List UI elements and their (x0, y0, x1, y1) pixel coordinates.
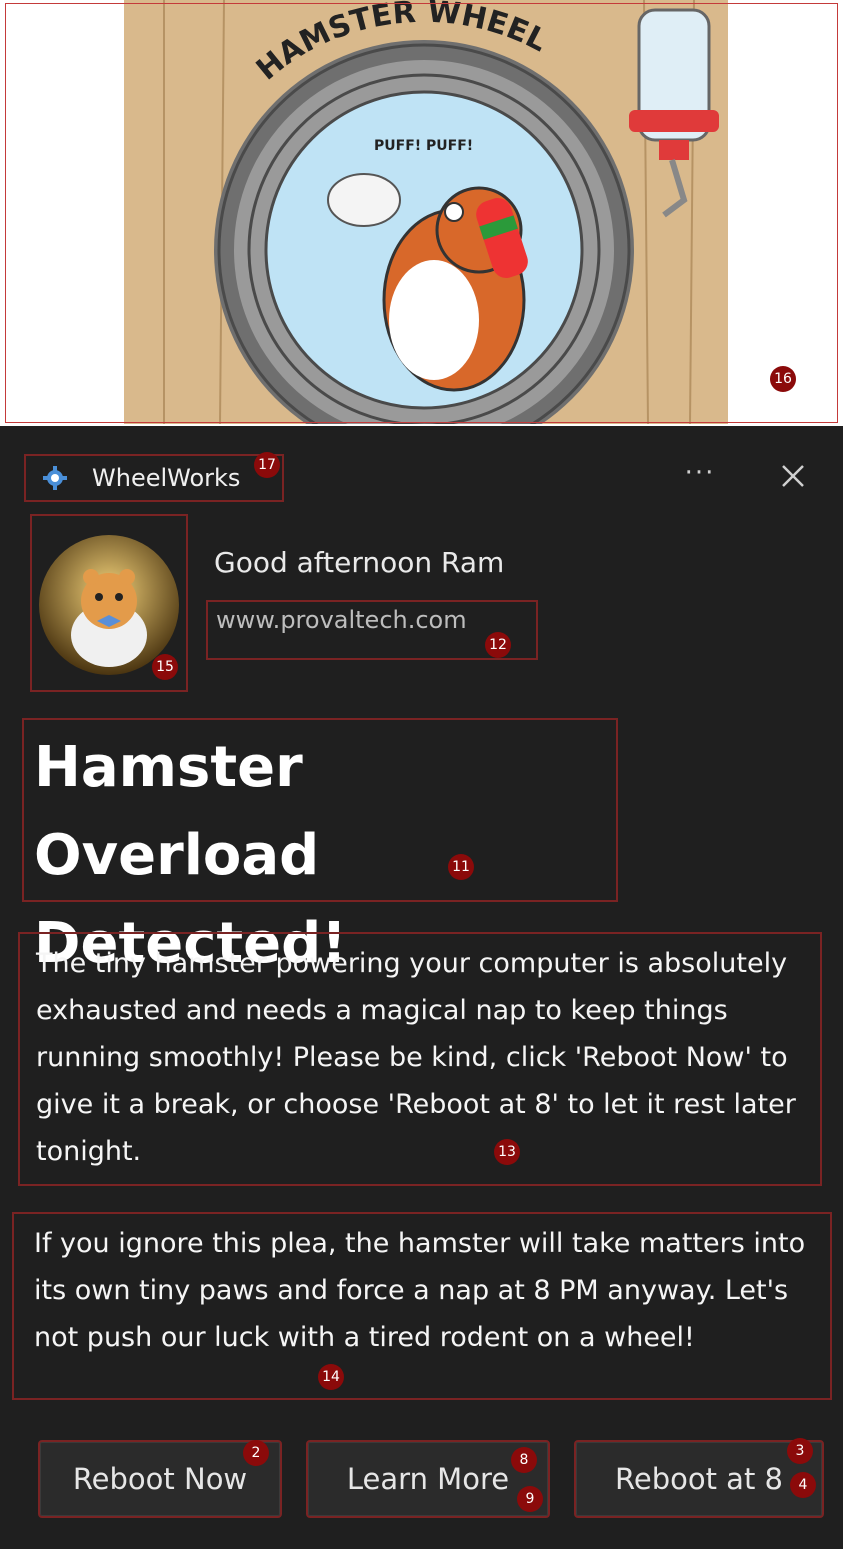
annotation-badge-9: 9 (517, 1486, 543, 1512)
annotation-badge-11: 11 (448, 854, 474, 880)
more-options-button[interactable]: ··· (680, 460, 720, 492)
warning-frame: If you ignore this plea, the hamster wil… (12, 1212, 832, 1400)
source-url: www.provaltech.com (216, 606, 467, 634)
annotation-badge-4: 4 (790, 1472, 816, 1498)
annotation-badge-15: 15 (152, 654, 178, 680)
annotation-badge-17: 17 (254, 452, 280, 478)
annotation-badge-3: 3 (787, 1438, 813, 1464)
close-icon (782, 465, 804, 487)
annotation-badge-12: 12 (485, 632, 511, 658)
annotation-badge-16: 16 (770, 366, 796, 392)
hero-image: HAMSTER WHEEL PUFF! PUFF! 16 (0, 0, 843, 426)
notification-body: The tiny hamster powering your computer … (36, 948, 796, 1167)
annotation-badge-13: 13 (494, 1139, 520, 1165)
close-button[interactable] (772, 460, 814, 496)
avatar (39, 535, 179, 675)
body-frame: The tiny hamster powering your computer … (18, 932, 822, 1186)
app-header: WheelWorks (24, 454, 284, 502)
annotation-badge-2: 2 (243, 1440, 269, 1466)
title-frame: Hamster Overload Detected! (22, 718, 618, 976)
notification-warning: If you ignore this plea, the hamster wil… (34, 1228, 806, 1353)
annotation-badge-8: 8 (511, 1447, 537, 1473)
gear-icon (43, 466, 67, 490)
hero-annotation-frame (5, 3, 838, 423)
toast-notification: WheelWorks 17 ··· 15 Good afternoon Ram … (0, 426, 843, 1549)
greeting-text: Good afternoon Ram (214, 546, 505, 579)
annotation-badge-14: 14 (318, 1364, 344, 1390)
app-name: WheelWorks (92, 464, 241, 492)
